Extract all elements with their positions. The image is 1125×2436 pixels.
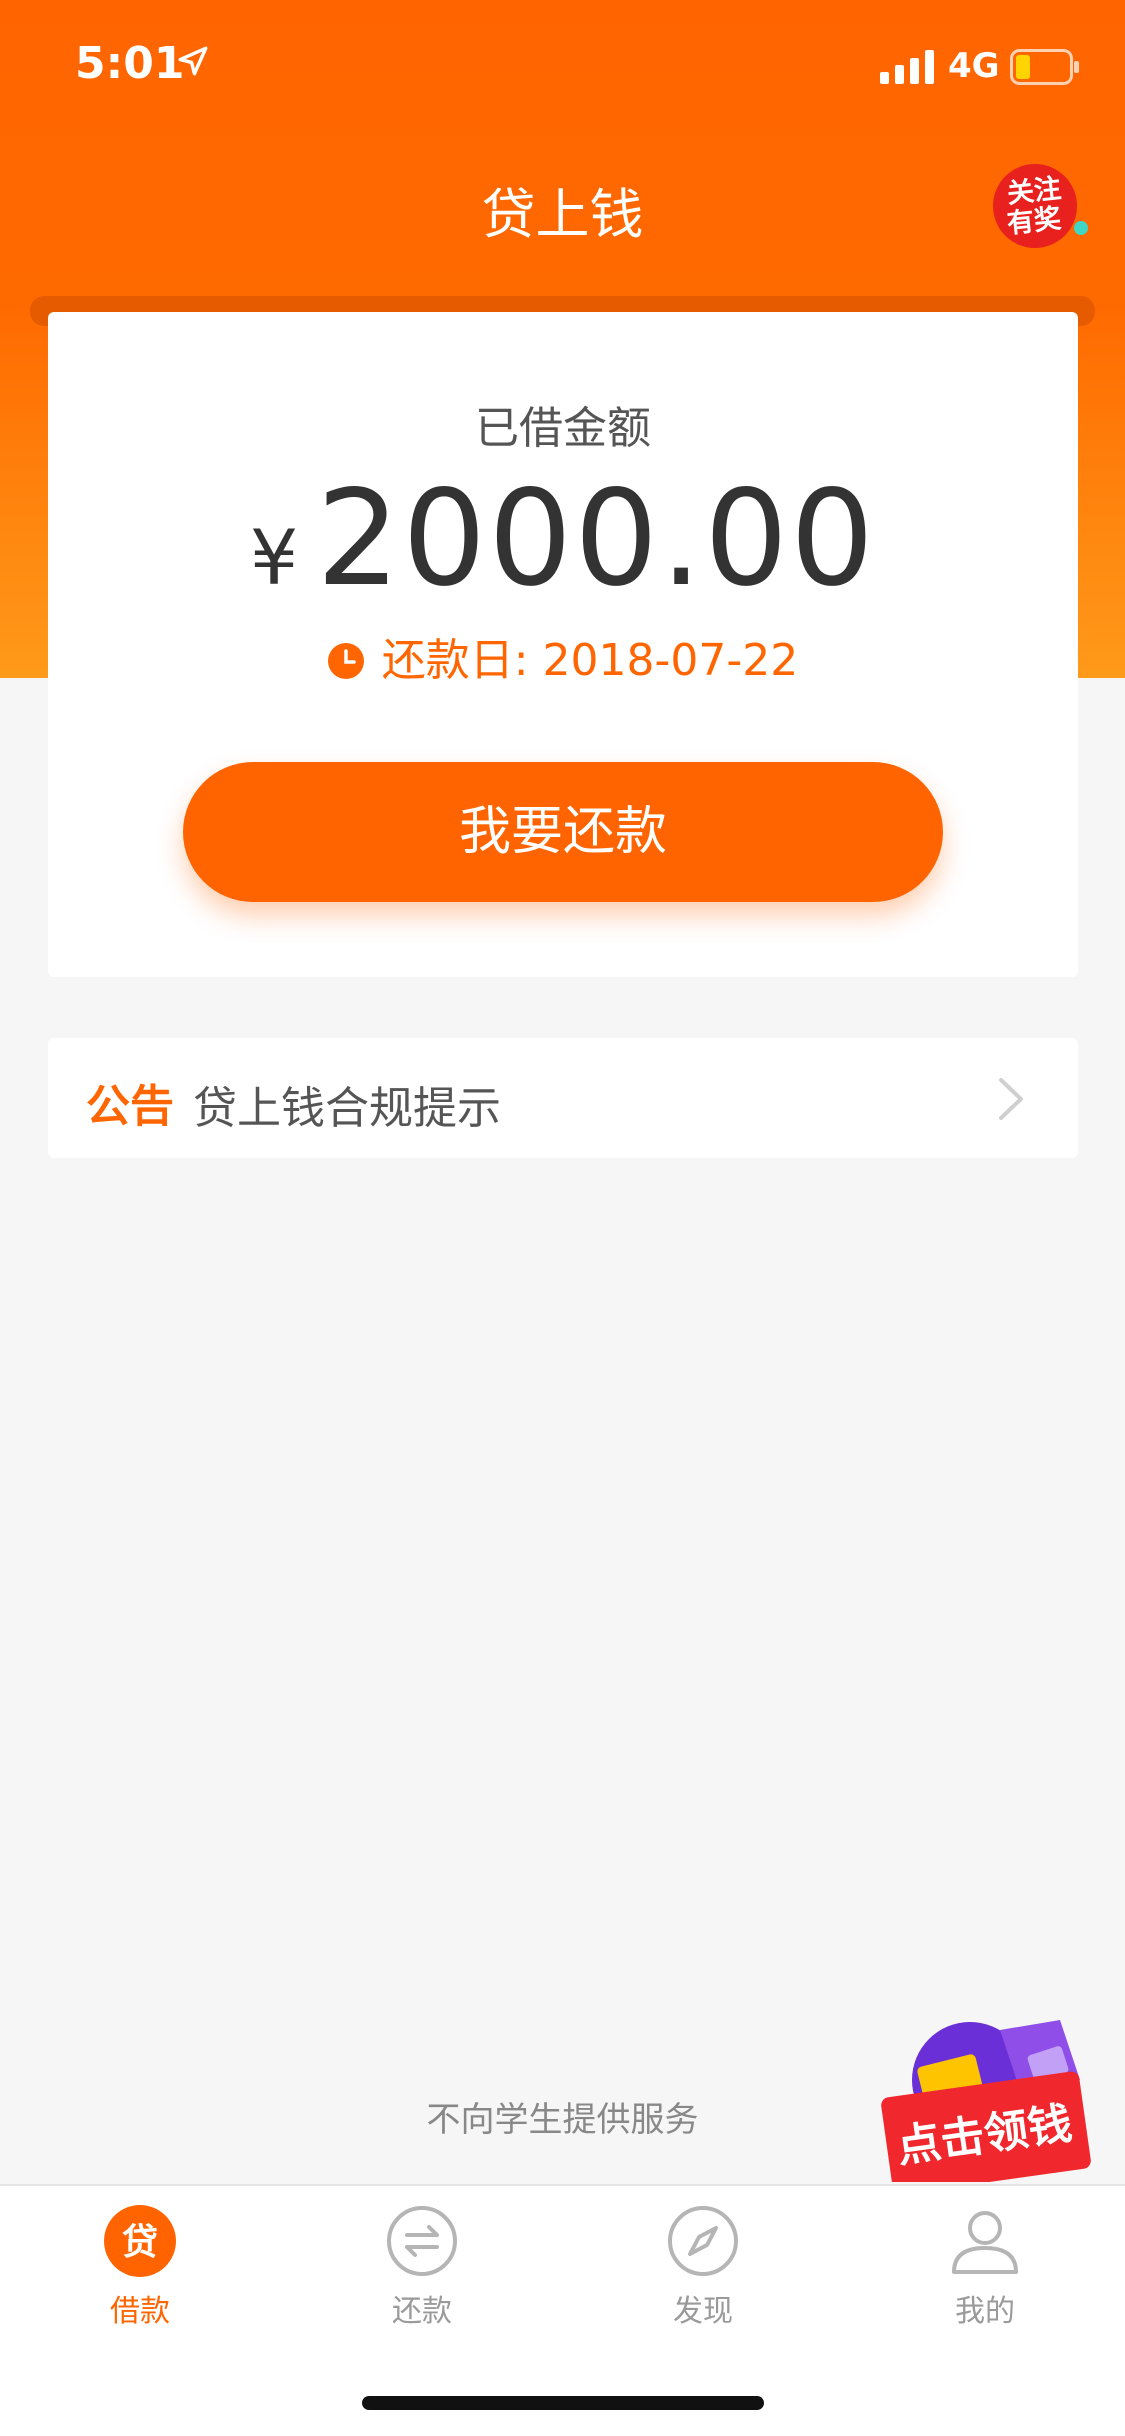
claim-money-promo[interactable]: 点击领钱 — [880, 2020, 1100, 2182]
page-title: 贷上钱 — [481, 183, 644, 246]
svg-text:贷: 贷 — [122, 2222, 158, 2263]
notice-tag: 公告 — [86, 1081, 174, 1132]
location-arrow-icon — [178, 46, 208, 76]
clock-icon — [327, 643, 364, 679]
currency-symbol: ¥ — [249, 513, 299, 602]
due-date-text: 还款日: 2018-07-22 — [381, 635, 799, 686]
notice-bar[interactable]: 公告 贷上钱合规提示 — [48, 1038, 1078, 1158]
status-bar: 5:01 4G — [0, 0, 1125, 132]
home-indicator[interactable] — [362, 2396, 764, 2410]
amount-value: 2000.00 — [316, 462, 877, 616]
network-type: 4G — [948, 46, 1000, 86]
borrowed-amount: ¥2000.00 — [48, 462, 1078, 616]
repay-button[interactable]: 我要还款 — [183, 762, 943, 902]
profile-icon — [952, 2211, 1018, 2274]
svg-text:有奖: 有奖 — [1006, 202, 1063, 239]
tab-loan[interactable]: 贷 借款 — [40, 2204, 240, 2344]
notice-text: 贷上钱合规提示 — [193, 1083, 501, 1134]
signal-icon — [880, 50, 934, 84]
borrowed-amount-label: 已借金额 — [475, 403, 651, 454]
tab-profile[interactable]: 我的 — [885, 2204, 1085, 2344]
follow-reward-badge[interactable]: 关注 有奖 — [985, 160, 1091, 248]
battery-icon — [1010, 49, 1079, 85]
due-date-row: 还款日: 2018-07-22 — [48, 624, 1078, 688]
repay-icon — [387, 2206, 457, 2276]
loan-summary-card: 已借金额 ¥2000.00 还款日: 2018-07-22 我要还款 — [48, 312, 1078, 977]
chevron-right-icon — [999, 1078, 1023, 1120]
tab-label: 我的 — [955, 2294, 1015, 2329]
tab-discover[interactable]: 发现 — [603, 2204, 803, 2344]
loan-icon: 贷 — [104, 2205, 176, 2277]
tab-repay[interactable]: 还款 — [322, 2204, 522, 2344]
compass-icon — [668, 2206, 738, 2276]
status-time: 5:01 — [75, 38, 185, 89]
tab-label: 发现 — [673, 2294, 733, 2329]
tab-label: 还款 — [392, 2294, 452, 2329]
tab-label: 借款 — [110, 2294, 170, 2329]
